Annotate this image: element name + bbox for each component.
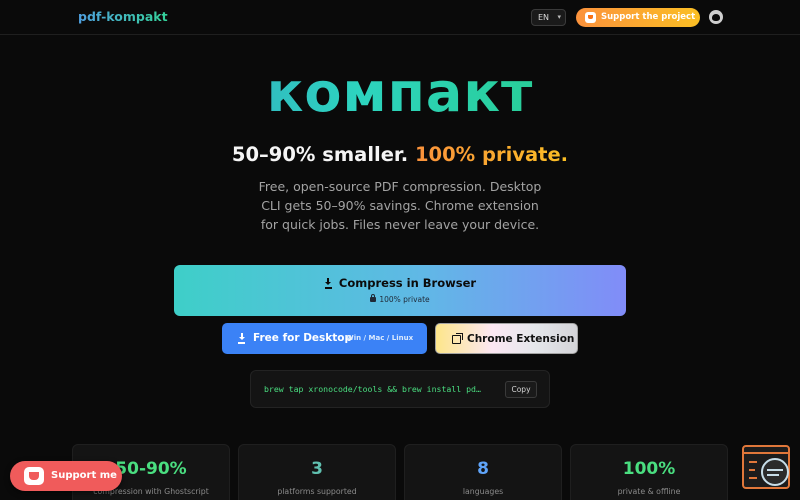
github-icon[interactable]	[709, 10, 723, 24]
coffee-cup-icon	[585, 12, 596, 23]
privacy-note: 100% private	[174, 294, 626, 304]
site-logo[interactable]: pdf-kompakt	[78, 9, 168, 24]
chat-bubble-icon	[761, 458, 789, 486]
headline-smaller: 50–90% smaller.	[231, 143, 409, 166]
coffee-cup-icon	[24, 467, 44, 485]
install-command-box: brew tap xronocode/tools && brew install…	[250, 370, 550, 408]
support-project-label: Support the project	[601, 12, 696, 22]
external-link-icon	[452, 333, 463, 344]
download-icon	[324, 278, 333, 289]
compress-in-browser-row: Compress in Browser	[174, 276, 626, 290]
stat-label: platforms supported	[277, 487, 357, 496]
language-value: EN	[538, 13, 550, 22]
stat-value: 100%	[622, 459, 676, 479]
stat-value: 8	[477, 459, 489, 479]
copy-button[interactable]: Copy	[505, 381, 537, 398]
desktop-platforms: Win / Mac / Linux	[346, 334, 414, 342]
chrome-extension-label: Chrome Extension	[467, 333, 575, 345]
stat-value: 3	[311, 459, 323, 479]
support-me-label: Support me	[51, 470, 117, 481]
widget-titlebar	[744, 447, 788, 454]
brand-title-wrap: компакт	[0, 58, 800, 128]
headline: 50–90% smaller. 100% private.	[0, 143, 800, 166]
chrome-extension-button[interactable]: Chrome Extension	[435, 323, 578, 354]
support-me-button[interactable]: Support me	[10, 461, 122, 491]
hero-description: Free, open-source PDF compression. Deskt…	[258, 179, 542, 232]
download-icon	[237, 333, 246, 344]
support-project-button[interactable]: Support the project	[576, 8, 700, 27]
feedback-widget-icon[interactable]	[742, 445, 790, 489]
lock-icon	[370, 294, 377, 302]
privacy-note-text: 100% private	[379, 295, 430, 304]
widget-line	[749, 469, 755, 471]
stat-label: languages	[462, 487, 504, 496]
headline-private: 100% private.	[414, 143, 569, 166]
brand-title: компакт	[0, 58, 800, 128]
install-command[interactable]: brew tap xronocode/tools && brew install…	[264, 384, 481, 394]
stat-label: private & offline	[617, 487, 681, 496]
chevron-down-icon: ▾	[557, 13, 561, 21]
free-desktop-label: Free for Desktop	[253, 332, 353, 344]
widget-line	[749, 461, 757, 463]
compress-in-browser-button[interactable]: Compress in Browser 100% private	[174, 265, 626, 316]
language-select[interactable]: EN ▾	[531, 9, 566, 26]
stat-card-platforms: 3 platforms supported	[238, 444, 396, 500]
stat-card-private: 100% private & offline	[570, 444, 728, 500]
compress-in-browser-label: Compress in Browser	[338, 276, 477, 290]
top-navbar: pdf-kompakt EN ▾ Support the project	[0, 0, 800, 35]
free-desktop-button[interactable]: Free for Desktop Win / Mac / Linux	[222, 323, 427, 354]
stat-card-languages: 8 languages	[404, 444, 562, 500]
widget-line	[749, 477, 757, 479]
